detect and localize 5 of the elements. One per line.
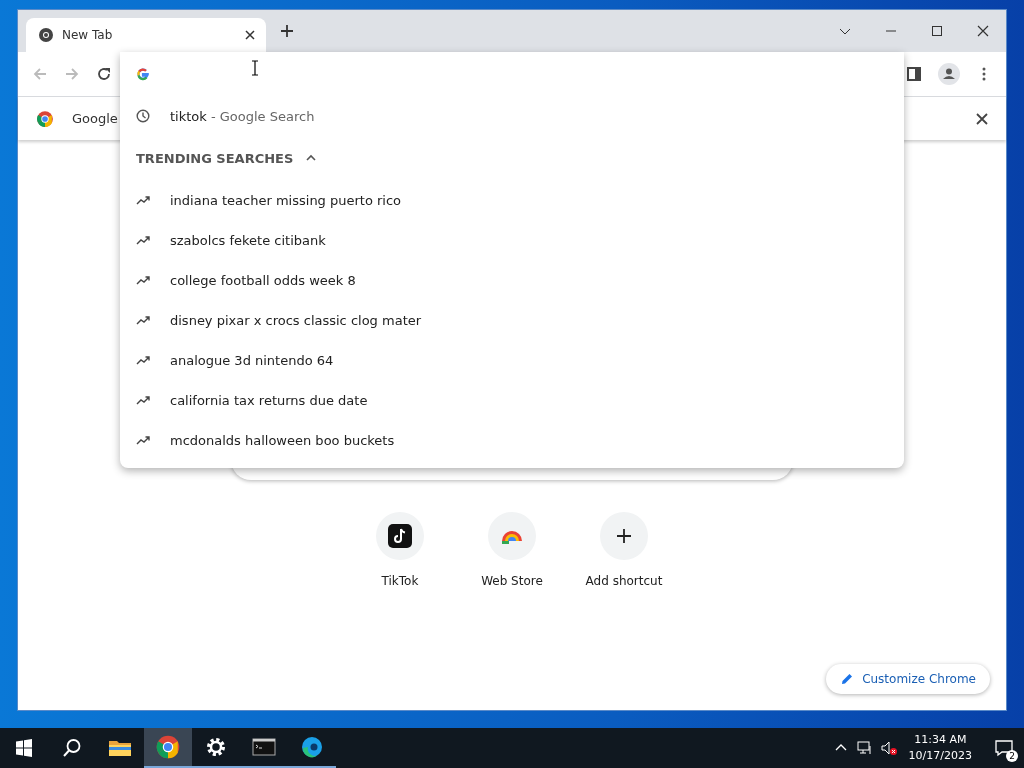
notification-count: 2 bbox=[1006, 750, 1018, 762]
infobar-text: Google bbox=[72, 111, 118, 126]
clock-date: 10/17/2023 bbox=[908, 748, 972, 764]
clock-time: 11:34 AM bbox=[914, 732, 967, 748]
section-heading: TRENDING SEARCHES bbox=[136, 150, 294, 166]
